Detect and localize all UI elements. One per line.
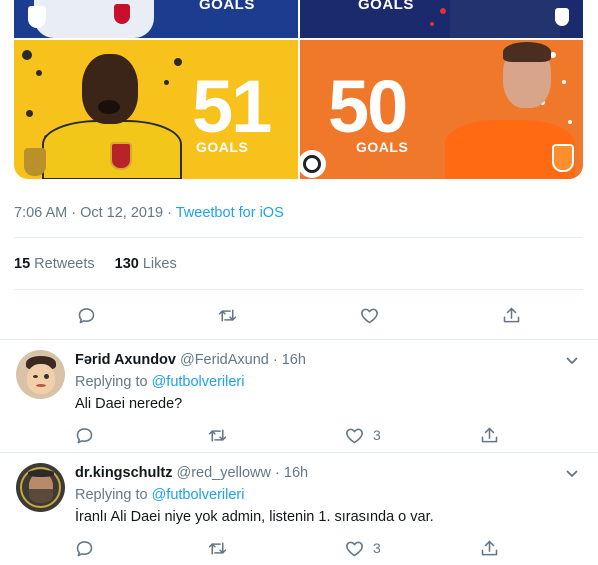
paint-splat (22, 50, 32, 60)
watermark-logo (298, 150, 326, 178)
reply-author-name[interactable]: dr.kingschultz (75, 465, 173, 481)
retweet-icon (208, 541, 227, 555)
reply-header: Fərid Axundov @FeridAxund · 16h (75, 352, 306, 368)
divider (14, 237, 583, 238)
france-player-shirt (450, 0, 560, 38)
like-icon (361, 308, 378, 323)
more-options-button[interactable] (564, 352, 580, 368)
paint-splat (430, 22, 434, 26)
replying-to-line: Replying to @futbolverileri (75, 374, 244, 390)
reply-icon (76, 427, 93, 443)
media-divider (298, 0, 300, 179)
share-button[interactable] (501, 302, 522, 328)
share-button[interactable] (479, 535, 500, 561)
goals-number-50: 50 (328, 65, 408, 148)
goals-label-top-left: GOALS (199, 0, 255, 13)
share-icon (481, 540, 498, 555)
reply-button[interactable] (74, 535, 95, 561)
share-icon (481, 427, 498, 442)
like-button[interactable]: 3 (344, 535, 381, 561)
like-count: 3 (373, 540, 381, 556)
england-crest (28, 6, 46, 28)
england-crest-2 (114, 4, 130, 24)
more-options-button[interactable] (564, 465, 580, 481)
reply-text: Ali Daei nerede? (75, 396, 183, 412)
reply-icon (76, 540, 93, 556)
reply-tweet[interactable]: Fərid Axundov @FeridAxund · 16h Replying … (0, 340, 598, 452)
avatar[interactable] (16, 350, 65, 399)
likes-count: 130 (114, 256, 139, 272)
retweet-button[interactable] (207, 422, 228, 448)
like-count: 3 (373, 427, 381, 443)
replying-to-link[interactable]: @futbolverileri (152, 374, 245, 390)
open-mouth (98, 100, 120, 114)
goals-number-51: 51 (192, 65, 272, 148)
retweet-button[interactable] (217, 302, 238, 328)
reply-author-handle[interactable]: @red_yelloww · 16h (177, 465, 309, 481)
reply-action-bar: 3 (0, 422, 598, 450)
replying-to-prefix: Replying to (75, 487, 152, 503)
media-divider (14, 38, 583, 40)
belgium-player (34, 40, 184, 179)
likes-stat[interactable]: 130 Likes (115, 256, 177, 272)
reply-button[interactable] (74, 422, 95, 448)
player-hair (503, 42, 551, 62)
replying-to-prefix: Replying to (75, 374, 152, 390)
like-icon (346, 428, 363, 443)
reply-author-name[interactable]: Fərid Axundov (75, 352, 176, 368)
england-player-shirt (34, 0, 154, 38)
like-button[interactable] (359, 302, 380, 328)
tweet-source-link[interactable]: Tweetbot for iOS (176, 205, 284, 221)
avatar[interactable] (16, 463, 65, 512)
media-tile-england: GOALS (14, 0, 298, 38)
share-button[interactable] (479, 422, 500, 448)
goals-label-50: GOALS (356, 139, 409, 155)
replying-to-line: Replying to @futbolverileri (75, 487, 244, 503)
reply-tweet[interactable]: dr.kingschultz @red_yelloww · 16h Replyin… (0, 453, 598, 565)
retweets-label: Retweets (30, 256, 95, 272)
reply-text: İranlı Ali Daei niye yok admin, listenin… (75, 509, 434, 525)
like-button[interactable]: 3 (344, 422, 381, 448)
tweet-media-image[interactable]: GOALS GOALS 51 GOALS 50 GOALS (14, 0, 583, 179)
netherlands-crest (552, 144, 574, 172)
media-tile-france: GOALS (300, 0, 583, 38)
share-icon (503, 307, 520, 322)
replying-to-link[interactable]: @futbolverileri (152, 487, 245, 503)
likes-label: Likes (138, 256, 177, 272)
tweet-timestamp-row: 7:06 AM · Oct 12, 2019 · Tweetbot for iO… (14, 205, 284, 221)
chevron-down-icon (566, 357, 578, 365)
paint-splat (26, 110, 33, 117)
media-tile-netherlands: 50 GOALS (300, 40, 583, 179)
divider (14, 289, 583, 290)
reply-button[interactable] (76, 302, 97, 328)
goals-label-top-right: GOALS (358, 0, 414, 13)
reply-action-bar: 3 (0, 535, 598, 563)
retweets-count: 15 (14, 256, 31, 272)
goals-label-51: GOALS (196, 139, 249, 155)
tweet-stats: 15 Retweets 130 Likes (14, 256, 177, 272)
paint-splat (440, 8, 446, 14)
like-icon (346, 541, 363, 556)
tweet-timestamp: 7:06 AM · Oct 12, 2019 · (14, 205, 176, 221)
tweet-action-bar (0, 302, 598, 330)
retweet-icon (208, 428, 227, 442)
chevron-down-icon (566, 470, 578, 478)
retweets-stat[interactable]: 15 Retweets (14, 256, 95, 272)
reply-header: dr.kingschultz @red_yelloww · 16h (75, 465, 308, 481)
retweet-button[interactable] (207, 535, 228, 561)
media-tile-belgium: 51 GOALS (14, 40, 298, 179)
belgium-shirt-crest (110, 142, 132, 170)
france-crest (555, 8, 569, 26)
reply-author-handle[interactable]: @FeridAxund · 16h (180, 352, 306, 368)
reply-icon (78, 307, 95, 323)
belgium-federation-crest (24, 148, 46, 176)
retweet-icon (218, 308, 237, 322)
